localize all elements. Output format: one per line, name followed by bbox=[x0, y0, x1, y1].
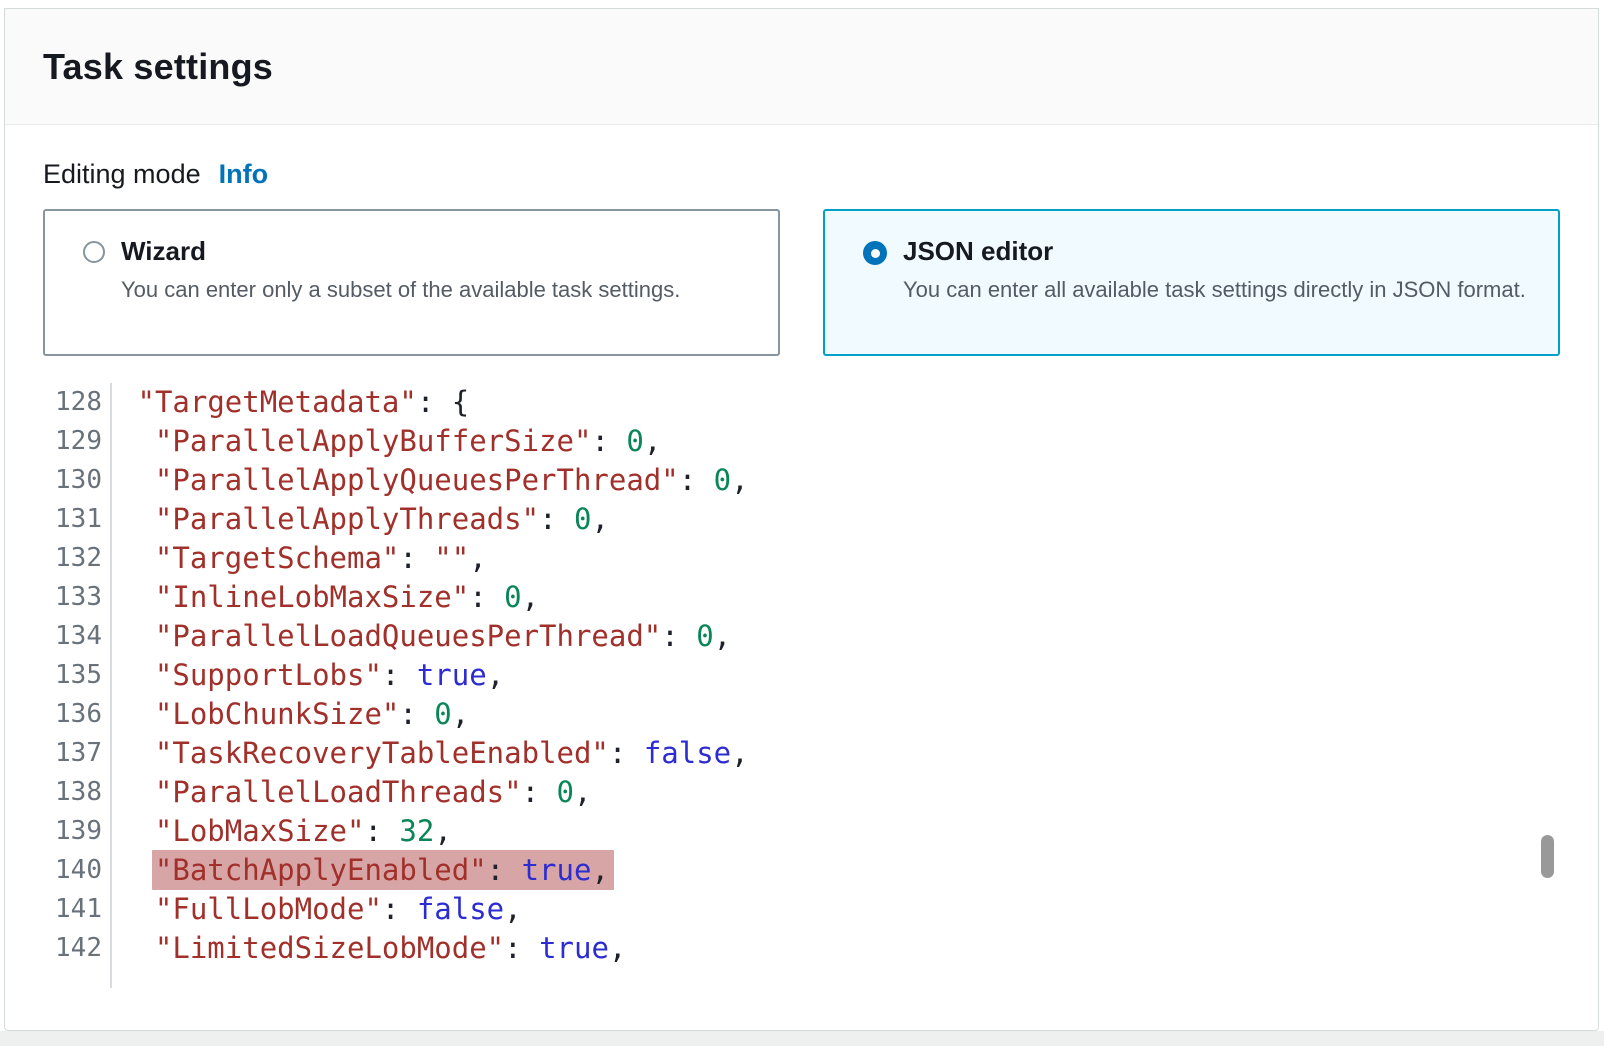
json-key: ParallelApplyBufferSize bbox=[155, 424, 592, 458]
json-value: 32 bbox=[399, 814, 434, 848]
json-value: 0 bbox=[714, 463, 731, 497]
option-description: You can enter all available task setting… bbox=[903, 274, 1526, 305]
panel-header: Task settings bbox=[5, 9, 1598, 125]
json-value: true bbox=[522, 853, 592, 887]
code-line[interactable]: 129 ParallelApplyBufferSize: 0, bbox=[5, 422, 1598, 461]
option-tile-wizard[interactable]: Wizard You can enter only a subset of th… bbox=[43, 209, 780, 356]
json-value: 0 bbox=[696, 619, 713, 653]
panel-content: Editing mode Info Wizard You can enter o… bbox=[5, 125, 1598, 988]
line-number: 131 bbox=[5, 500, 112, 539]
page-background-strip bbox=[0, 1031, 1604, 1046]
json-key: InlineLobMaxSize bbox=[155, 580, 469, 614]
code-line[interactable]: 134 ParallelLoadQueuesPerThread: 0, bbox=[5, 617, 1598, 656]
editing-mode-label: Editing mode bbox=[43, 159, 201, 190]
code-text[interactable]: ParallelApplyThreads: 0, bbox=[112, 500, 609, 539]
code-text[interactable]: LimitedSizeLobMode: true, bbox=[112, 929, 626, 968]
json-key: LobMaxSize bbox=[155, 814, 365, 848]
code-text[interactable]: LobChunkSize: 0, bbox=[112, 695, 469, 734]
json-value: "" bbox=[434, 541, 469, 575]
json-value: false bbox=[644, 736, 731, 770]
gutter-tail bbox=[5, 968, 1598, 988]
highlighted-code[interactable]: BatchApplyEnabled: true, bbox=[152, 850, 614, 890]
task-settings-panel: Task settings Editing mode Info Wizard Y… bbox=[4, 8, 1599, 1031]
line-number: 132 bbox=[5, 539, 112, 578]
json-key: SupportLobs bbox=[155, 658, 382, 692]
radio-selected-icon[interactable] bbox=[863, 241, 887, 265]
option-title: JSON editor bbox=[903, 235, 1526, 267]
editing-mode-options: Wizard You can enter only a subset of th… bbox=[43, 209, 1560, 356]
json-value: false bbox=[417, 892, 504, 926]
line-number: 137 bbox=[5, 734, 112, 773]
option-title: Wizard bbox=[121, 235, 680, 267]
json-code-editor[interactable]: 128 TargetMetadata: { 129 ParallelApplyB… bbox=[5, 383, 1598, 988]
code-line[interactable]: 139 LobMaxSize: 32, bbox=[5, 812, 1598, 851]
code-text[interactable]: TaskRecoveryTableEnabled: false, bbox=[112, 734, 749, 773]
code-line[interactable]: 130 ParallelApplyQueuesPerThread: 0, bbox=[5, 461, 1598, 500]
code-text[interactable]: TargetSchema: "", bbox=[112, 539, 487, 578]
radio-dot bbox=[871, 249, 880, 258]
code-text[interactable]: TargetMetadata: { bbox=[112, 383, 469, 422]
json-key: BatchApplyEnabled bbox=[155, 853, 487, 887]
json-value: 0 bbox=[557, 775, 574, 809]
code-text[interactable]: BatchApplyEnabled: true, bbox=[112, 851, 614, 890]
json-key: ParallelLoadQueuesPerThread bbox=[155, 619, 661, 653]
editing-mode-row: Editing mode Info bbox=[5, 159, 1598, 190]
json-value: { bbox=[452, 385, 469, 419]
json-key: FullLobMode bbox=[155, 892, 382, 926]
code-line-highlighted[interactable]: 140 BatchApplyEnabled: true, bbox=[5, 851, 1598, 890]
line-number: 128 bbox=[5, 383, 112, 422]
line-number: 136 bbox=[5, 695, 112, 734]
code-text[interactable]: InlineLobMaxSize: 0, bbox=[112, 578, 539, 617]
option-tile-json-editor[interactable]: JSON editor You can enter all available … bbox=[823, 209, 1560, 356]
json-value: true bbox=[417, 658, 487, 692]
json-key: LobChunkSize bbox=[155, 697, 399, 731]
code-text[interactable]: LobMaxSize: 32, bbox=[112, 812, 452, 851]
json-key: ParallelLoadThreads bbox=[155, 775, 522, 809]
json-value: 0 bbox=[626, 424, 643, 458]
code-line[interactable]: 132 TargetSchema: "", bbox=[5, 539, 1598, 578]
option-text: JSON editor You can enter all available … bbox=[903, 235, 1526, 330]
code-text[interactable]: ParallelApplyBufferSize: 0, bbox=[112, 422, 661, 461]
line-number: 134 bbox=[5, 617, 112, 656]
line-number: 141 bbox=[5, 890, 112, 929]
code-line[interactable]: 141 FullLobMode: false, bbox=[5, 890, 1598, 929]
code-line[interactable]: 133 InlineLobMaxSize: 0, bbox=[5, 578, 1598, 617]
json-value: 0 bbox=[504, 580, 521, 614]
json-key: TaskRecoveryTableEnabled bbox=[155, 736, 609, 770]
code-text[interactable]: ParallelApplyQueuesPerThread: 0, bbox=[112, 461, 749, 500]
json-value: true bbox=[539, 931, 609, 965]
code-line[interactable]: 128 TargetMetadata: { bbox=[5, 383, 1598, 422]
line-number: 133 bbox=[5, 578, 112, 617]
info-link[interactable]: Info bbox=[219, 159, 268, 190]
line-number: 139 bbox=[5, 812, 112, 851]
json-key: LimitedSizeLobMode bbox=[155, 931, 504, 965]
code-line[interactable]: 137 TaskRecoveryTableEnabled: false, bbox=[5, 734, 1598, 773]
code-text[interactable]: FullLobMode: false, bbox=[112, 890, 522, 929]
json-key: TargetMetadata bbox=[137, 385, 416, 419]
code-text[interactable]: ParallelLoadThreads: 0, bbox=[112, 773, 591, 812]
option-description: You can enter only a subset of the avail… bbox=[121, 274, 680, 305]
code-text[interactable]: ParallelLoadQueuesPerThread: 0, bbox=[112, 617, 731, 656]
code-text[interactable]: SupportLobs: true, bbox=[112, 656, 504, 695]
line-number: 140 bbox=[5, 851, 112, 890]
line-number: 135 bbox=[5, 656, 112, 695]
radio-unselected-icon[interactable] bbox=[83, 241, 105, 263]
json-key: ParallelApplyQueuesPerThread bbox=[155, 463, 679, 497]
code-line[interactable]: 131 ParallelApplyThreads: 0, bbox=[5, 500, 1598, 539]
json-key: TargetSchema bbox=[155, 541, 399, 575]
scrollbar-thumb[interactable] bbox=[1541, 835, 1554, 878]
option-text: Wizard You can enter only a subset of th… bbox=[121, 235, 680, 330]
json-key: ParallelApplyThreads bbox=[155, 502, 539, 536]
line-number: 129 bbox=[5, 422, 112, 461]
code-line[interactable]: 135 SupportLobs: true, bbox=[5, 656, 1598, 695]
code-line[interactable]: 142 LimitedSizeLobMode: true, bbox=[5, 929, 1598, 968]
json-value: 0 bbox=[574, 502, 591, 536]
page-title: Task settings bbox=[43, 46, 273, 88]
line-number: 130 bbox=[5, 461, 112, 500]
json-value: 0 bbox=[434, 697, 451, 731]
line-number: 142 bbox=[5, 929, 112, 968]
code-line[interactable]: 136 LobChunkSize: 0, bbox=[5, 695, 1598, 734]
code-line[interactable]: 138 ParallelLoadThreads: 0, bbox=[5, 773, 1598, 812]
line-number: 138 bbox=[5, 773, 112, 812]
